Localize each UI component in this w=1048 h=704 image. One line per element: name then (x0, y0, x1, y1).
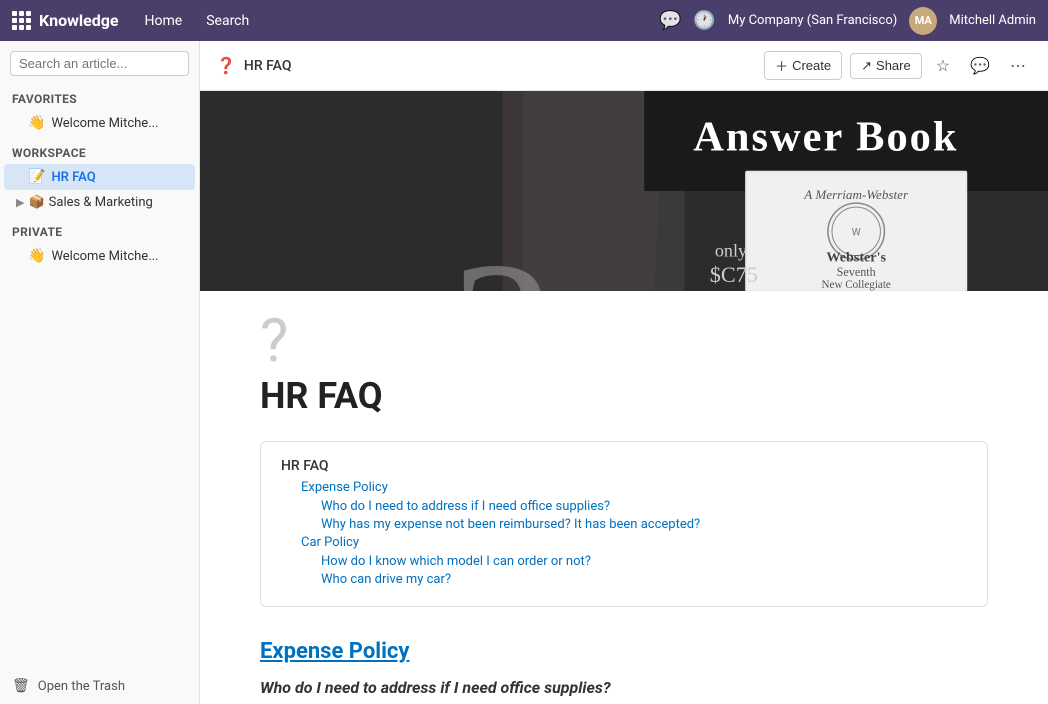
svg-text:Seventh: Seventh (837, 265, 876, 279)
hero-image: Answer Book A Merriam-Webster W Webster'… (200, 91, 1048, 291)
nav-links: Home Search (135, 9, 260, 33)
pencil-icon: 📝 (28, 169, 45, 185)
grid-icon (12, 11, 31, 30)
company-label[interactable]: My Company (San Francisco) (728, 13, 897, 28)
top-navigation: Knowledge Home Search 💬 🕐 My Company (Sa… (0, 0, 1048, 41)
svg-text:only: only (715, 241, 747, 261)
nav-search[interactable]: Search (196, 9, 259, 33)
app-name: Knowledge (39, 11, 119, 30)
plus-icon: ＋ (775, 56, 788, 75)
expense-policy-title[interactable]: Expense Policy (260, 639, 988, 664)
breadcrumb-bar: ❓ HR FAQ ＋ Create ↗ Share ☆ 💬 ⋯ (200, 41, 1048, 91)
sidebar-item-label: HR FAQ (51, 170, 95, 185)
open-trash-button[interactable]: 🗑 Open the Trash (0, 668, 199, 704)
nav-right: 💬 🕐 My Company (San Francisco) MA Mitche… (659, 7, 1036, 35)
toc-item-office-supplies[interactable]: Who do I need to address if I need offic… (281, 499, 967, 514)
chat-icon[interactable]: 💬 (659, 10, 681, 31)
clock-icon[interactable]: 🕐 (693, 10, 715, 31)
sidebar-item-label: Welcome Mitche... (51, 116, 158, 131)
favorites-section-title: Favorites (0, 82, 199, 110)
svg-text:A Merriam-Webster: A Merriam-Webster (803, 187, 909, 202)
more-options-button[interactable]: ⋯ (1004, 52, 1032, 80)
sidebar-item-label: Welcome Mitche... (51, 249, 158, 264)
share-label: Share (876, 58, 911, 73)
svg-text:$C75: $C75 (710, 262, 758, 287)
nav-home[interactable]: Home (135, 9, 193, 33)
chevron-right-icon: ▶ (16, 196, 24, 209)
sidebar-item-label: Sales & Marketing (49, 195, 153, 210)
wave-icon: 👋 (28, 115, 45, 131)
table-of-contents: HR FAQ Expense Policy Who do I need to a… (260, 441, 988, 607)
share-button[interactable]: ↗ Share (850, 53, 922, 79)
toc-item-car-model[interactable]: How do I know which model I can order or… (281, 554, 967, 569)
svg-text:?: ? (452, 216, 551, 291)
create-button[interactable]: ＋ Create (764, 51, 842, 80)
article-body: ? HR FAQ HR FAQ Expense Policy Who do I … (200, 291, 1048, 704)
svg-text:New Collegiate: New Collegiate (822, 279, 891, 291)
sidebar: 🔍 Favorites 👋 Welcome Mitche... Workspac… (0, 41, 200, 704)
question-mark-icon: ? (260, 311, 988, 371)
search-box[interactable]: 🔍 (10, 51, 189, 76)
main-layout: 🔍 Favorites 👋 Welcome Mitche... Workspac… (0, 41, 1048, 704)
svg-text:W: W (852, 227, 861, 238)
toc-root: HR FAQ (281, 458, 967, 474)
private-section-title: Private (0, 215, 199, 243)
workspace-section-title: Workspace (0, 136, 199, 164)
breadcrumb-icon: ❓ (216, 56, 236, 75)
svg-text:Webster's: Webster's (826, 250, 886, 266)
create-label: Create (792, 58, 831, 73)
search-input[interactable] (19, 56, 195, 71)
app-logo[interactable]: Knowledge (12, 11, 119, 30)
expense-policy-section: Expense Policy Who do I need to address … (260, 639, 988, 704)
expense-subtitle: Who do I need to address if I need offic… (260, 678, 988, 697)
box-icon: 📦 (28, 195, 44, 210)
sidebar-item-private-welcome[interactable]: 👋 Welcome Mitche... (4, 243, 195, 269)
breadcrumb-actions: ＋ Create ↗ Share ☆ 💬 ⋯ (764, 51, 1032, 80)
article-title: HR FAQ (260, 375, 988, 417)
sidebar-search-container: 🔍 (0, 41, 199, 82)
toc-item-expense-reimbursed[interactable]: Why has my expense not been reimbursed? … (281, 517, 967, 532)
star-button[interactable]: ☆ (930, 52, 956, 80)
sidebar-item-favorites-welcome[interactable]: 👋 Welcome Mitche... (4, 110, 195, 136)
toc-section-car[interactable]: Car Policy (281, 535, 967, 550)
sidebar-item-sales-marketing[interactable]: ▶ 📦 Sales & Marketing (4, 190, 195, 215)
trash-icon: 🗑 (12, 678, 30, 694)
wave-icon-2: 👋 (28, 248, 45, 264)
svg-text:Answer Book: Answer Book (693, 114, 958, 161)
user-label: Mitchell Admin (949, 13, 1036, 28)
avatar[interactable]: MA (909, 7, 937, 35)
breadcrumb-text: HR FAQ (244, 58, 292, 74)
trash-label: Open the Trash (38, 679, 125, 694)
toc-item-car-drive[interactable]: Who can drive my car? (281, 572, 967, 587)
share-icon: ↗ (861, 58, 872, 74)
toc-section-expense[interactable]: Expense Policy (281, 480, 967, 495)
content-area: ❓ HR FAQ ＋ Create ↗ Share ☆ 💬 ⋯ (200, 41, 1048, 704)
comment-button[interactable]: 💬 (964, 52, 996, 80)
sidebar-item-hr-faq[interactable]: 📝 HR FAQ (4, 164, 195, 190)
